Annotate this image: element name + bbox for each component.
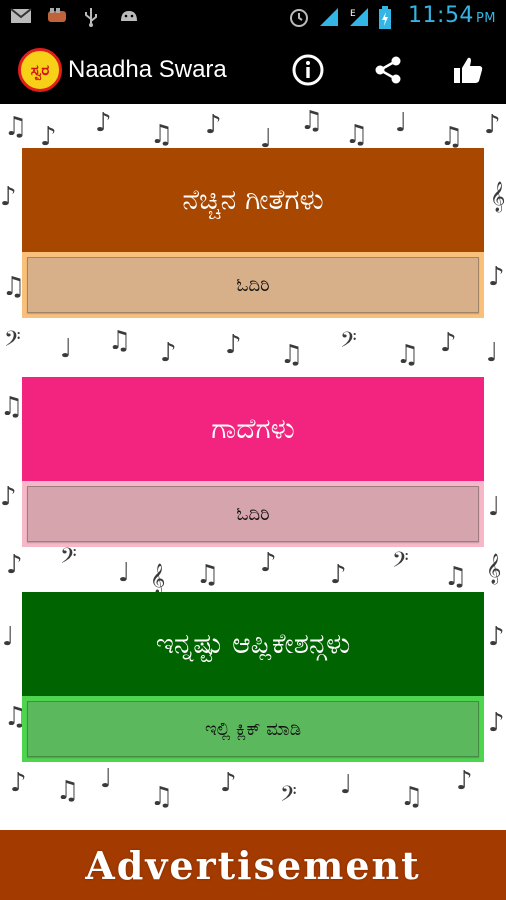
status-bar: E 11:54 PM — [0, 0, 506, 34]
advertisement-text: Advertisement — [85, 842, 421, 888]
proverbs-read-button[interactable]: ಓದಿರಿ — [27, 486, 479, 542]
action-bar: ಸ್ವರ Naadha Swara — [0, 34, 506, 104]
more-apps-click-here-button[interactable]: ಇಲ್ಲಿ ಕ್ಲಿಕ್ ಮಾಡಿ — [27, 701, 479, 757]
favourite-songs-read-button[interactable]: ಓದಿರಿ — [27, 257, 479, 313]
share-button[interactable] — [370, 52, 406, 88]
alarm-icon — [288, 6, 310, 27]
notification-icons — [10, 7, 140, 27]
network-e-icon: E — [348, 6, 370, 26]
usb-icon — [82, 7, 104, 27]
app-logo[interactable]: ಸ್ವರ — [18, 48, 62, 92]
proverbs-header[interactable]: ಗಾದೆಗಳು — [22, 377, 484, 481]
proverbs-footer: ಓದಿರಿ — [22, 481, 484, 547]
main-content: ♫ ♪ ♪ ♫ ♪ ♩ ♫ ♫ ♩ ♫ ♪ ♪ 𝄞 ♫ ♪ 𝄢 ♩ ♫ ♪ ♪ … — [0, 104, 506, 830]
app-icon — [46, 7, 68, 27]
signal-icon — [318, 6, 340, 26]
more-apps-card: ಇನ್ನಷ್ಟು ಆಪ್ಲಿಕೇಶನ್ಗಳು ಇಲ್ಲಿ ಕ್ಲಿಕ್ ಮಾಡಿ — [22, 592, 484, 762]
advertisement-banner[interactable]: Advertisement — [0, 830, 506, 900]
like-button[interactable] — [450, 52, 486, 88]
more-apps-header[interactable]: ಇನ್ನಷ್ಟು ಆಪ್ಲಿಕೇಶನ್ಗಳು — [22, 592, 484, 696]
info-icon — [292, 54, 324, 86]
more-apps-footer: ಇಲ್ಲಿ ಕ್ಲಿಕ್ ಮಾಡಿ — [22, 696, 484, 762]
share-icon — [375, 56, 401, 84]
like-icon — [454, 57, 483, 83]
system-icons: E 11:54 PM — [288, 3, 496, 29]
gmail-icon — [10, 7, 32, 27]
favourite-songs-card: ನೆಚ್ಚಿನ ಗೀತೆಗಳು ಓದಿರಿ — [22, 148, 484, 318]
favourite-songs-footer: ಓದಿರಿ — [22, 252, 484, 318]
proverbs-card: ಗಾದೆಗಳು ಓದಿರಿ — [22, 377, 484, 547]
battery-icon — [378, 5, 400, 29]
favourite-songs-header[interactable]: ನೆಚ್ಚಿನ ಗೀತೆಗಳು — [22, 148, 484, 252]
app-title: Naadha Swara — [68, 56, 227, 83]
android-icon — [118, 7, 140, 27]
info-button[interactable] — [290, 52, 326, 88]
svg-text:E: E — [350, 9, 356, 19]
clock: 11:54 PM — [408, 3, 496, 28]
